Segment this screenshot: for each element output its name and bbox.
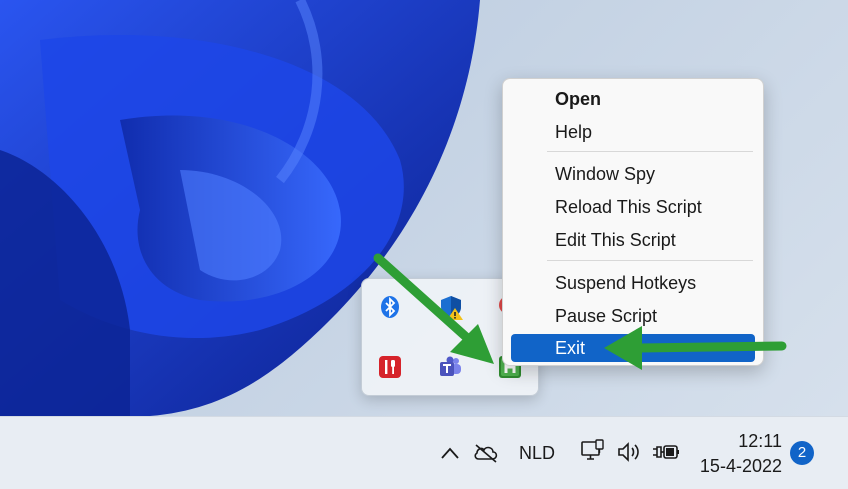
menu-item-open[interactable]: Open [511,85,755,113]
autohotkey-context-menu: Open Help Window Spy Reload This Script … [502,78,764,366]
defender-warning-icon[interactable] [438,293,466,321]
chevron-up-icon[interactable] [436,439,464,467]
bluetooth-icon[interactable] [376,293,404,321]
volume-icon[interactable] [614,437,644,467]
menu-item-reload-script[interactable]: Reload This Script [511,193,755,221]
menu-item-suspend-hotkeys[interactable]: Suspend Hotkeys [511,269,755,297]
notification-badge[interactable]: 2 [790,441,814,465]
food-app-icon[interactable] [376,353,404,381]
menu-item-edit-script[interactable]: Edit This Script [511,226,755,254]
menu-separator [547,260,753,261]
menu-item-window-spy[interactable]: Window Spy [511,160,755,188]
cloud-offline-icon[interactable] [470,439,502,467]
battery-charging-icon[interactable] [650,437,682,467]
desktop: Open Help Window Spy Reload This Script … [0,0,848,416]
teams-icon[interactable] [436,353,464,381]
menu-item-pause-script[interactable]: Pause Script [511,302,755,330]
taskbar: NLD 12:11 15-4-2022 2 [0,416,848,489]
clock-time: 12:11 [738,431,782,451]
clock-date: 15-4-2022 [699,456,782,476]
menu-item-exit[interactable]: Exit [511,334,755,362]
menu-separator [547,151,753,152]
clock[interactable]: 12:11 15-4-2022 [690,429,782,479]
network-icon[interactable] [578,437,608,467]
language-indicator[interactable]: NLD [512,439,562,467]
menu-item-help[interactable]: Help [511,118,755,146]
